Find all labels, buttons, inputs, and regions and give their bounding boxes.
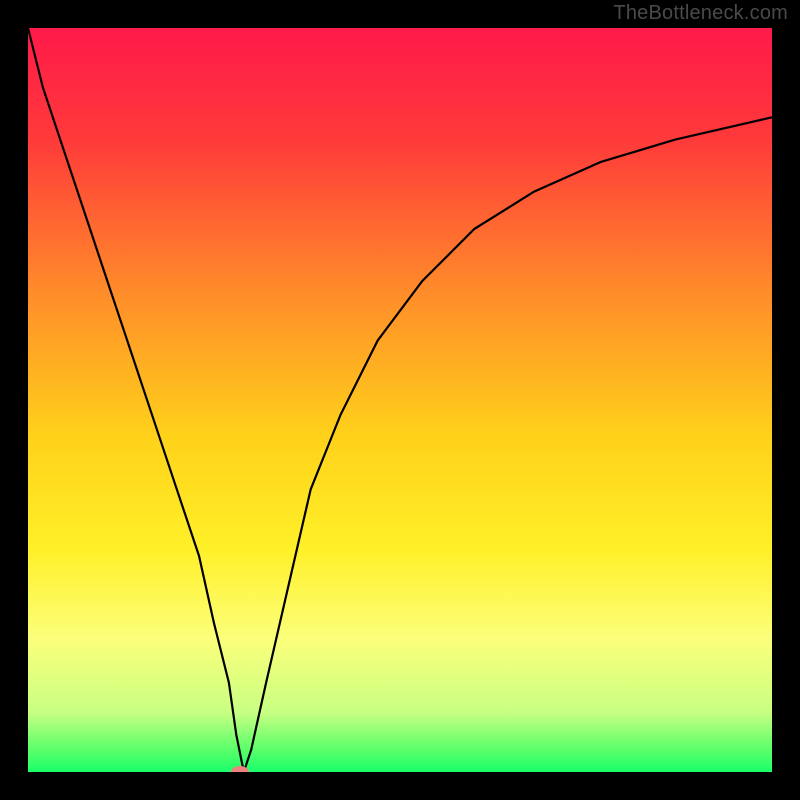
watermark-text: TheBottleneck.com: [613, 2, 788, 25]
bottleneck-chart: [28, 28, 772, 772]
chart-frame: TheBottleneck.com: [0, 0, 800, 800]
gradient-background: [28, 28, 772, 772]
